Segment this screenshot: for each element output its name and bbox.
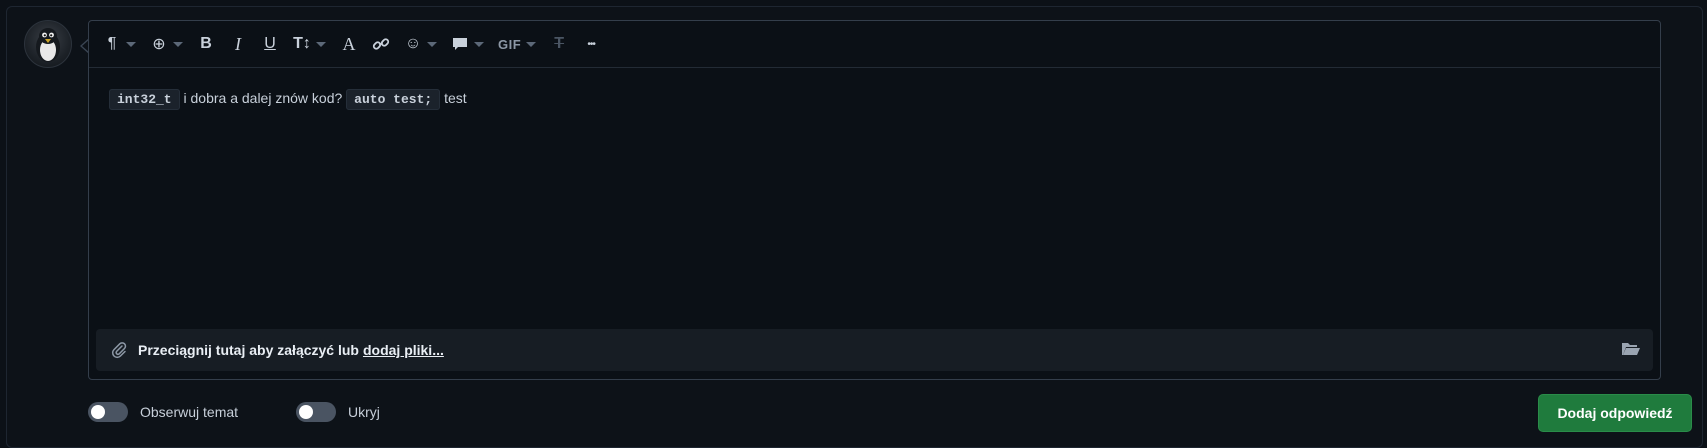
link-button[interactable]: [372, 28, 390, 60]
text-color-button[interactable]: A: [340, 28, 358, 60]
smiley-icon: ☺: [404, 35, 422, 52]
chevron-down-icon: [173, 41, 183, 47]
ellipsis-icon: •••: [587, 38, 596, 50]
underline-button[interactable]: U: [261, 28, 279, 60]
toggle-knob: [91, 405, 105, 419]
gif-label: GIF: [498, 36, 522, 52]
text-size-icon: T↕: [293, 35, 311, 52]
toggle-knob: [299, 405, 313, 419]
watch-topic-toggle[interactable]: [88, 402, 128, 422]
chevron-down-icon: [427, 41, 437, 47]
add-reply-button[interactable]: Dodaj odpowiedź: [1538, 394, 1692, 432]
bold-icon: B: [200, 35, 212, 52]
comment-button[interactable]: [451, 28, 484, 60]
inline-code: int32_t: [109, 89, 180, 110]
hide-toggle-row: Ukryj: [296, 402, 380, 422]
chevron-down-icon: [126, 41, 136, 47]
rich-text-editor[interactable]: ¶ ⊕ B I U T↕ A ☺ GIF T ••• int32_t i dob…: [88, 20, 1661, 380]
add-files-link[interactable]: dodaj pliki...: [363, 342, 444, 358]
attachment-dropzone[interactable]: Przeciągnij tutaj aby załączyć lub dodaj…: [96, 329, 1653, 371]
italic-icon: I: [235, 33, 241, 54]
hide-label: Ukryj: [348, 404, 380, 420]
more-button[interactable]: •••: [582, 28, 600, 60]
italic-button[interactable]: I: [229, 28, 247, 60]
underline-icon: U: [264, 35, 276, 52]
editor-content[interactable]: int32_t i dobra a dalej znów kod? auto t…: [109, 87, 1640, 287]
text-size-button[interactable]: T↕: [293, 28, 326, 60]
watch-topic-toggle-row: Obserwuj temat: [88, 402, 238, 422]
editor-toolbar: ¶ ⊕ B I U T↕ A ☺ GIF T •••: [89, 21, 1660, 68]
chevron-down-icon: [474, 41, 484, 47]
paragraph-icon: ¶: [107, 35, 117, 52]
content-text: test: [444, 90, 467, 106]
clear-format-button[interactable]: T: [550, 28, 568, 60]
speech-bubble-icon: [451, 35, 469, 53]
chevron-down-icon: [316, 41, 326, 47]
paragraph-format-button[interactable]: ¶: [103, 28, 136, 60]
bold-button[interactable]: B: [197, 28, 215, 60]
inline-code: auto test;: [346, 89, 441, 110]
dropzone-label: Przeciągnij tutaj aby załączyć lub: [138, 342, 359, 358]
folder-open-icon[interactable]: [1621, 340, 1641, 358]
avatar: [24, 20, 72, 68]
hide-toggle[interactable]: [296, 402, 336, 422]
plus-circle-icon: ⊕: [152, 36, 166, 53]
clear-format-icon: T: [554, 35, 565, 52]
penguin-avatar-icon: [36, 28, 60, 62]
chevron-down-icon: [526, 41, 537, 47]
content-text: i dobra a dalej znów kod?: [183, 90, 343, 106]
insert-button[interactable]: ⊕: [150, 28, 183, 60]
link-icon: [372, 35, 390, 53]
watch-topic-label: Obserwuj temat: [140, 404, 239, 420]
gif-button[interactable]: GIF: [498, 28, 537, 60]
text-color-icon: A: [342, 33, 356, 54]
emoji-button[interactable]: ☺: [404, 28, 437, 60]
paperclip-icon: [110, 341, 128, 359]
